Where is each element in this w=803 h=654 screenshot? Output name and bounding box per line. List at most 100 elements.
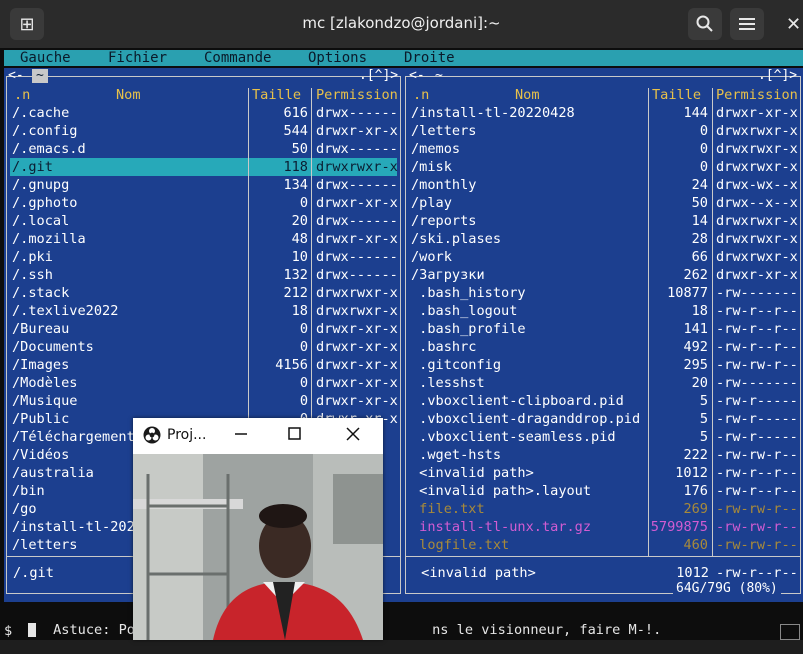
file-row[interactable]: <invalid path>.layout 176 -rw-r--r--	[403, 482, 803, 500]
file-row[interactable]: install-tl-unx.tar.gz 5799875 -rw-rw-r--	[403, 518, 803, 536]
file-row[interactable]: .bash_history 10877 -rw-------	[403, 284, 803, 302]
file-row[interactable]: /.config 544 drwxr-xr-x	[4, 122, 403, 140]
file-row[interactable]: /reports 14 drwxrwxr-x	[403, 212, 803, 230]
file-row[interactable]: /.git 118 drwxrwxr-x	[10, 158, 398, 176]
column-headers: .n Nom Taille Permission	[403, 86, 803, 104]
file-row[interactable]: /ski.plases 28 drwxrwxr-x	[403, 230, 803, 248]
header-perm[interactable]: Permission	[716, 86, 798, 104]
header-perm[interactable]: Permission	[316, 86, 398, 104]
file-row[interactable]: /.mozilla 48 drwxr-xr-x	[4, 230, 403, 248]
file-row[interactable]: /monthly 24 drwx-wx--x	[403, 176, 803, 194]
right-panel[interactable]: <- ~ .[^]> .n Nom Taille Permission /ins…	[403, 68, 803, 602]
menu-item-droite[interactable]: Droite	[404, 50, 455, 66]
file-size: 269	[683, 501, 708, 517]
minimize-button[interactable]	[229, 422, 253, 446]
footer-selected-size: 1012	[676, 565, 709, 581]
file-name: install-tl-unx.tar.gz	[411, 519, 592, 535]
panel-nav-left[interactable]: <-	[409, 69, 425, 83]
file-row[interactable]: /.gphoto 0 drwxr-xr-x	[4, 194, 403, 212]
command-line[interactable]: $	[4, 623, 799, 640]
file-row[interactable]: /.local 20 drwx------	[4, 212, 403, 230]
webcam-titlebar[interactable]: Proj...	[133, 418, 383, 452]
file-row[interactable]: /Загрузки 262 drwxr-xr-x	[403, 266, 803, 284]
file-row[interactable]: /work 66 drwxrwxr-x	[403, 248, 803, 266]
file-row[interactable]: /memos 0 drwxrwxr-x	[403, 140, 803, 158]
file-row[interactable]: .bash_logout 18 -rw-r--r--	[403, 302, 803, 320]
terminal[interactable]: Gauche Fichier Commande Options Droite <…	[0, 48, 803, 640]
file-name: /misk	[411, 159, 452, 175]
file-row[interactable]: .gitconfig 295 -rw-rw-r--	[403, 356, 803, 374]
file-row[interactable]: /Images 4156 drwxr-xr-x	[4, 356, 403, 374]
file-row[interactable]: /Musique 0 drwxr-xr-x	[4, 392, 403, 410]
file-size: 5	[699, 411, 708, 427]
file-permission: drwxr-xr-x	[316, 195, 398, 211]
file-row[interactable]: .bashrc 492 -rw-r--r--	[403, 338, 803, 356]
maximize-button[interactable]	[282, 422, 306, 446]
file-row[interactable]: logfile.txt 460 -rw-rw-r--	[403, 536, 803, 554]
header-size[interactable]: Taille	[252, 86, 301, 104]
file-row[interactable]: /letters 0 drwxrwxr-x	[403, 122, 803, 140]
search-button[interactable]	[688, 8, 722, 40]
file-row[interactable]: /Bureau 0 drwxr-xr-x	[4, 320, 403, 338]
menu-item-commande[interactable]: Commande	[204, 50, 271, 66]
file-row[interactable]: /.pki 10 drwx------	[4, 248, 403, 266]
file-name: .bash_profile	[411, 321, 526, 337]
file-size: 5	[699, 429, 708, 445]
file-permission: drwxrwxr-x	[316, 285, 398, 301]
file-name: .bashrc	[411, 339, 477, 355]
file-permission: drwxrwxr-x	[716, 213, 798, 229]
menu-item-gauche[interactable]: Gauche	[20, 50, 71, 66]
file-row[interactable]: file.txt 269 -rw-rw-r--	[403, 500, 803, 518]
file-row[interactable]: <invalid path> 1012 -rw-r--r--	[403, 464, 803, 482]
file-row[interactable]: /.emacs.d 50 drwx------	[4, 140, 403, 158]
file-row[interactable]: /.stack 212 drwxrwxr-x	[4, 284, 403, 302]
file-name: .lesshst	[411, 375, 485, 391]
column-separator	[712, 88, 713, 556]
close-window-button[interactable]: ✕	[786, 14, 801, 35]
file-size: 48	[291, 231, 308, 247]
close-button[interactable]	[341, 422, 365, 446]
panel-corner[interactable]: .[^]>	[359, 69, 398, 83]
file-row[interactable]: .vboxclient-clipboard.pid 5 -rw-r-----	[403, 392, 803, 410]
file-row[interactable]: .vboxclient-draganddrop.pid 5 -rw-r-----	[403, 410, 803, 428]
file-size: 616	[283, 105, 308, 121]
sort-indicator[interactable]: .n	[413, 86, 429, 104]
file-row[interactable]: .wget-hsts 222 -rw-rw-r--	[403, 446, 803, 464]
file-row[interactable]: /Documents 0 drwxr-xr-x	[4, 338, 403, 356]
menu-item-fichier[interactable]: Fichier	[108, 50, 167, 66]
file-row[interactable]: .vboxclient-seamless.pid 5 -rw-r-----	[403, 428, 803, 446]
file-permission: drwx------	[316, 105, 398, 121]
file-permission: drwxrwxr-x	[716, 231, 798, 247]
footer-selected-name: <invalid path>	[413, 565, 536, 581]
file-row[interactable]: .lesshst 20 -rw-------	[403, 374, 803, 392]
file-row[interactable]: /play 50 drwx--x--x	[403, 194, 803, 212]
window-title: mc [zlakondzo@jordani]:~	[302, 14, 501, 32]
panel-corner[interactable]: .[^]>	[758, 69, 797, 83]
file-size: 222	[683, 447, 708, 463]
file-row[interactable]: /.texlive2022 18 drwxrwxr-x	[4, 302, 403, 320]
file-row[interactable]: /.ssh 132 drwx------	[4, 266, 403, 284]
menu-item-options[interactable]: Options	[308, 50, 367, 66]
file-name: .vboxclient-seamless.pid	[411, 429, 616, 445]
file-row[interactable]: /.gnupg 134 drwx------	[4, 176, 403, 194]
header-name[interactable]: Nom	[515, 86, 540, 104]
file-row[interactable]: /misk 0 drwxrwxr-x	[403, 158, 803, 176]
header-size[interactable]: Taille	[652, 86, 701, 104]
file-row[interactable]: /Modèles 0 drwxr-xr-x	[4, 374, 403, 392]
file-name: /monthly	[411, 177, 477, 193]
file-row[interactable]: .bash_profile 141 -rw-r--r--	[403, 320, 803, 338]
header-name[interactable]: Nom	[116, 86, 141, 104]
file-name: /.texlive2022	[12, 303, 119, 319]
file-permission: -rw-------	[716, 375, 798, 391]
file-row[interactable]: /install-tl-20220428 144 drwxr-xr-x	[403, 104, 803, 122]
file-permission: -rw-rw-r--	[716, 537, 798, 553]
file-row[interactable]: /.cache 616 drwx------	[4, 104, 403, 122]
file-permission: drwx------	[316, 213, 398, 229]
menu-button[interactable]	[730, 8, 764, 40]
file-name: /.pki	[12, 249, 53, 265]
panel-nav-left[interactable]: <-	[8, 69, 24, 83]
webcam-window[interactable]: Proj...	[133, 418, 383, 640]
sort-indicator[interactable]: .n	[14, 86, 30, 104]
file-size: 492	[683, 339, 708, 355]
file-name: .bash_history	[411, 285, 526, 301]
